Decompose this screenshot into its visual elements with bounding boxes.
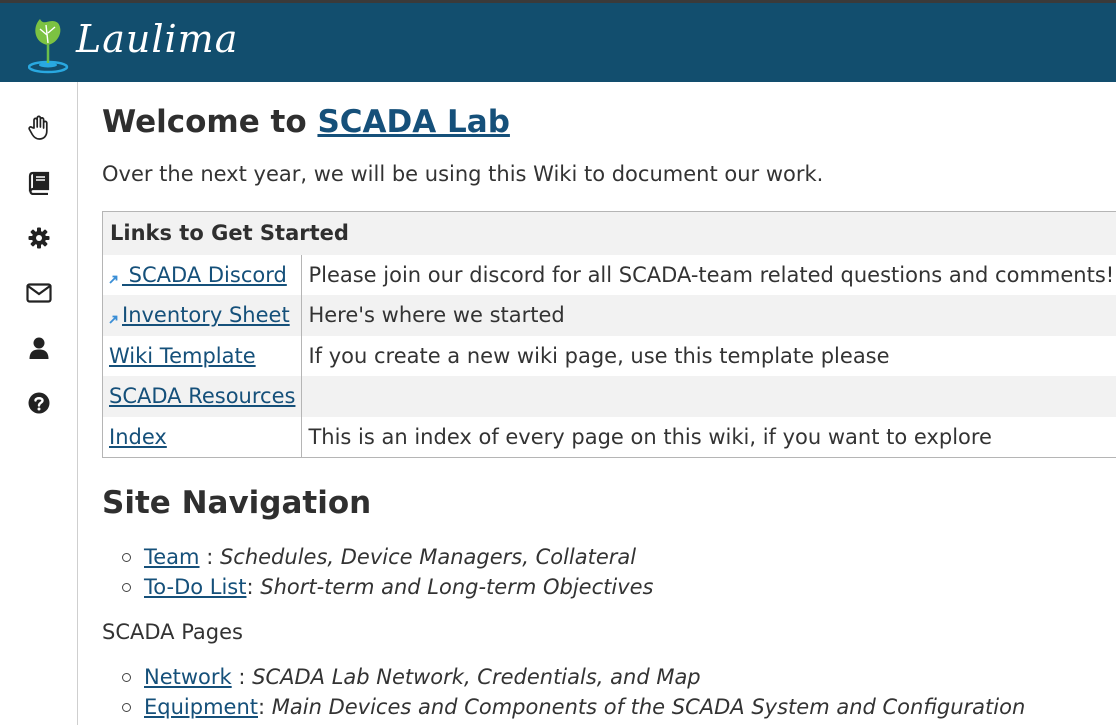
network-link[interactable]: Network (144, 665, 232, 689)
item-description: SCADA Lab Network, Credentials, and Map (252, 665, 701, 689)
site-header: Laulima (0, 3, 1116, 82)
book-icon[interactable] (26, 170, 52, 196)
title-prefix: Welcome to (102, 104, 307, 140)
taro-leaf-icon (27, 19, 69, 74)
row-description (301, 376, 1116, 417)
laulima-logo[interactable]: Laulima (27, 13, 237, 75)
envelope-icon[interactable] (26, 280, 52, 306)
user-icon[interactable] (26, 335, 52, 361)
table-row: Index This is an index of every page on … (102, 416, 1116, 457)
external-link-icon (109, 305, 118, 324)
inventory-sheet-link[interactable]: Inventory Sheet (122, 303, 290, 327)
scada-lab-link[interactable]: SCADA Lab (317, 104, 509, 140)
site-navigation-heading: Site Navigation (102, 485, 372, 521)
bullet-icon (122, 553, 131, 562)
gear-icon[interactable] (26, 225, 52, 251)
list-item: Network : SCADA Lab Network, Credentials… (122, 662, 1025, 692)
row-description: Please join our discord for all SCADA-te… (308, 262, 1115, 287)
help-icon[interactable] (26, 390, 52, 416)
table-row: SCADA Discord Please join our discord fo… (102, 254, 1116, 295)
scada-pages-list: Network : SCADA Lab Network, Credentials… (122, 662, 1025, 722)
list-item: Equipment: Main Devices and Components o… (122, 692, 1025, 722)
team-link[interactable]: Team (144, 545, 200, 569)
scada-pages-label: SCADA Pages (102, 620, 243, 644)
list-item: To-Do List: Short-term and Long-term Obj… (122, 572, 654, 602)
separator: : (246, 575, 261, 599)
row-description: This is an index of every page on this w… (308, 424, 992, 449)
bullet-icon (122, 673, 131, 682)
hand-icon[interactable] (26, 115, 52, 141)
wiki-template-link[interactable]: Wiki Template (109, 344, 256, 368)
bullet-icon (122, 583, 131, 592)
item-description: Main Devices and Components of the SCADA… (271, 695, 1026, 719)
item-description: Short-term and Long-term Objectives (260, 575, 654, 599)
row-description: If you create a new wiki page, use this … (308, 343, 890, 368)
site-navigation-list: Team : Schedules, Device Managers, Colla… (122, 542, 654, 602)
table-row: Inventory Sheet Here's where we started (102, 295, 1116, 336)
separator: : (231, 665, 253, 689)
table-row: Wiki Template If you create a new wiki p… (102, 335, 1116, 376)
scada-resources-link[interactable]: SCADA Resources (109, 384, 295, 408)
links-table: Links to Get Started SCADA Discord Pleas… (102, 211, 1116, 458)
todo-list-link[interactable]: To-Do List (144, 575, 246, 599)
equipment-link[interactable]: Equipment (144, 695, 258, 719)
separator: : (258, 695, 272, 719)
external-link-icon (109, 265, 118, 284)
page-title: Welcome to SCADA Lab (102, 104, 510, 140)
intro-text: Over the next year, we will be using thi… (102, 162, 824, 186)
table-row: SCADA Resources (102, 376, 1116, 417)
discord-link[interactable]: SCADA Discord (122, 263, 287, 287)
item-description: Schedules, Device Managers, Collateral (219, 545, 637, 569)
bullet-icon (122, 703, 131, 712)
separator: : (199, 545, 220, 569)
index-link[interactable]: Index (109, 425, 167, 449)
list-item: Team : Schedules, Device Managers, Colla… (122, 542, 654, 572)
logo-wordmark: Laulima (76, 17, 239, 61)
row-description: Here's where we started (301, 295, 1116, 336)
table-header: Links to Get Started (102, 211, 1116, 255)
tool-sidebar (0, 82, 78, 725)
